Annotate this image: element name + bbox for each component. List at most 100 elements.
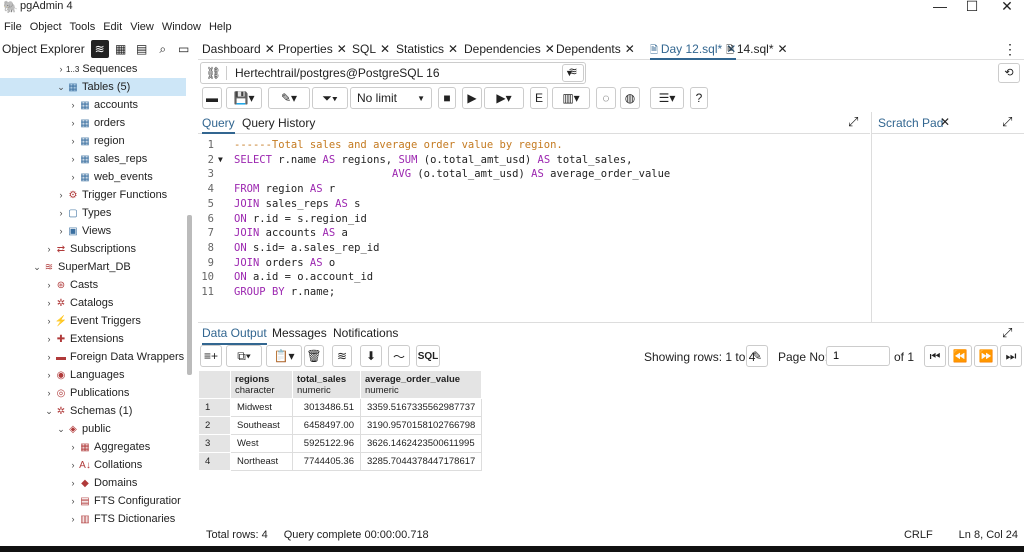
- menu-file[interactable]: File: [0, 18, 26, 36]
- fold-icon[interactable]: ▼: [218, 153, 223, 168]
- new-connection-icon[interactable]: ≋: [562, 64, 584, 82]
- expand-icon[interactable]: ⤢: [1002, 325, 1012, 341]
- previous-page-icon[interactable]: ⏪: [948, 345, 972, 367]
- filter-icon[interactable]: ⏷▾: [312, 87, 348, 109]
- table-cell[interactable]: 3190.9570158102766798: [359, 416, 483, 435]
- tree-item[interactable]: ⌄ ≋ SuperMart_DB: [0, 258, 186, 276]
- tree-item[interactable]: › ▦ accounts: [0, 96, 186, 114]
- table-row[interactable]: 1 Midwest 3013486.51 3359.5167335562987737: [198, 398, 483, 417]
- chevron-right-icon[interactable]: ›: [44, 294, 54, 312]
- chevron-right-icon[interactable]: ›: [44, 348, 54, 366]
- close-tab-icon[interactable]: ✕: [380, 42, 390, 56]
- refresh-icon[interactable]: ⟲: [998, 63, 1020, 83]
- tab-query-history[interactable]: Query History: [242, 112, 315, 134]
- menu-tools[interactable]: Tools: [66, 18, 100, 36]
- chevron-down-icon[interactable]: ⌄: [44, 402, 54, 420]
- close-window-button[interactable]: ✕: [992, 0, 1022, 14]
- tree-item[interactable]: › ▦ web_events: [0, 168, 186, 186]
- tab-dependencies[interactable]: Dependencies ✕: [464, 38, 555, 60]
- open-file-icon[interactable]: ▬: [202, 87, 222, 109]
- menu-edit[interactable]: Edit: [99, 18, 126, 36]
- copy-icon[interactable]: ⧉▾: [226, 345, 262, 367]
- table-cell[interactable]: 6458497.00: [292, 416, 361, 435]
- table-cell[interactable]: Midwest: [230, 398, 293, 417]
- connection-select[interactable]: ⛓ Hertechtrail/postgres@PostgreSQL 16 ▼: [200, 62, 586, 84]
- graph-icon[interactable]: 〜: [388, 345, 410, 367]
- tree-item[interactable]: › ▤ FTS Configuratior: [0, 492, 186, 510]
- rollback-icon[interactable]: ◍: [620, 87, 640, 109]
- tab-statistics[interactable]: Statistics ✕: [396, 38, 458, 60]
- tree-item[interactable]: › ◆ Domains: [0, 474, 186, 492]
- tree-item[interactable]: › ⊛ Casts: [0, 276, 186, 294]
- menu-help[interactable]: Help: [205, 18, 236, 36]
- menu-window[interactable]: Window: [158, 18, 205, 36]
- chevron-right-icon[interactable]: ›: [44, 240, 54, 258]
- close-tab-icon[interactable]: ✕: [337, 42, 347, 56]
- table-cell[interactable]: 3626.1462423500611995: [359, 434, 483, 453]
- chevron-right-icon[interactable]: ›: [56, 60, 66, 78]
- tree-item[interactable]: › ⇄ Subscriptions: [0, 240, 186, 258]
- search-icon[interactable]: ⌕: [154, 40, 172, 58]
- chevron-right-icon[interactable]: ›: [68, 510, 78, 528]
- tree-item[interactable]: › ⚙ Trigger Functions: [0, 186, 186, 204]
- add-row-icon[interactable]: ≡+: [200, 345, 222, 367]
- close-tab-icon[interactable]: ✕: [448, 42, 458, 56]
- tab-messages[interactable]: Messages: [272, 323, 327, 345]
- edit-range-icon[interactable]: ✎: [746, 345, 768, 367]
- table-cell[interactable]: West: [230, 434, 293, 453]
- stop-icon[interactable]: ■: [438, 87, 456, 109]
- tree-item[interactable]: ⌄ ◈ public: [0, 420, 186, 438]
- table-row[interactable]: 2 Southeast 6458497.00 3190.957015810276679…: [198, 416, 483, 435]
- close-tab-icon[interactable]: ✕: [265, 42, 275, 56]
- close-tab-icon[interactable]: ✕: [545, 42, 555, 56]
- chevron-right-icon[interactable]: ›: [68, 492, 78, 510]
- row-number[interactable]: 4: [198, 452, 231, 471]
- explain-analyze-icon[interactable]: ▥▾: [552, 87, 590, 109]
- chevron-right-icon[interactable]: ›: [68, 456, 78, 474]
- tree-item[interactable]: › A↓ Collations: [0, 456, 186, 474]
- tree-item[interactable]: › ⚡ Event Triggers: [0, 312, 186, 330]
- tree-scrollbar[interactable]: [187, 215, 192, 375]
- tree-item[interactable]: › ✚ Extensions: [0, 330, 186, 348]
- row-number[interactable]: 2: [198, 416, 231, 435]
- tab-14-sql-[interactable]: 🗎 14.sql* ✕: [726, 38, 788, 60]
- database-icon[interactable]: ≋: [90, 40, 109, 58]
- help-icon[interactable]: ?: [690, 87, 708, 109]
- tab-sql[interactable]: SQL ✕: [352, 38, 390, 60]
- edit-icon[interactable]: ✎▾: [268, 87, 310, 109]
- expand-icon[interactable]: ⤢: [1002, 114, 1012, 130]
- tree-item[interactable]: › 1..3 Sequences: [0, 60, 186, 78]
- delete-icon[interactable]: 🗑: [304, 345, 324, 367]
- tab-day-12-sql-[interactable]: 🗎 Day 12.sql* ✕: [650, 38, 737, 60]
- table-cell[interactable]: 3285.7044378447178617: [359, 452, 483, 471]
- chevron-right-icon[interactable]: ›: [68, 438, 78, 456]
- chevron-right-icon[interactable]: ›: [68, 168, 78, 186]
- chevron-right-icon[interactable]: ›: [56, 186, 66, 204]
- maximize-button[interactable]: ☐: [957, 0, 987, 14]
- row-number[interactable]: 1: [198, 398, 231, 417]
- tab-notifications[interactable]: Notifications: [333, 323, 398, 345]
- tab-query[interactable]: Query: [202, 112, 235, 134]
- chevron-down-icon[interactable]: ⌄: [32, 258, 42, 276]
- chevron-right-icon[interactable]: ›: [56, 204, 66, 222]
- chevron-right-icon[interactable]: ›: [68, 150, 78, 168]
- tree-item[interactable]: › ▦ sales_reps: [0, 150, 186, 168]
- menu-object[interactable]: Object: [26, 18, 66, 36]
- chevron-down-icon[interactable]: ⌄: [56, 420, 66, 438]
- tree-item[interactable]: › ▢ Types: [0, 204, 186, 222]
- tree-item[interactable]: › ▦ Aggregates: [0, 438, 186, 456]
- table-cell[interactable]: 5925122.96: [292, 434, 361, 453]
- tab-properties[interactable]: Properties ✕: [278, 38, 347, 60]
- save-data-icon[interactable]: ≋: [332, 345, 352, 367]
- row-number[interactable]: 3: [198, 434, 231, 453]
- next-page-icon[interactable]: ⏩: [974, 345, 998, 367]
- execute-icon[interactable]: ▶: [462, 87, 482, 109]
- tree-item[interactable]: ⌄ ✲ Schemas (1): [0, 402, 186, 420]
- column-header-total-sales[interactable]: total_sales numeric: [292, 370, 361, 399]
- expand-icon[interactable]: ⤢: [848, 114, 858, 130]
- chevron-right-icon[interactable]: ›: [44, 276, 54, 294]
- tree-item[interactable]: › ▥ FTS Dictionaries: [0, 510, 186, 528]
- tree-item[interactable]: › ◎ Publications: [0, 384, 186, 402]
- scratch-pad-panel[interactable]: Scratch Pad ✕ ⤢: [871, 112, 1024, 322]
- chevron-right-icon[interactable]: ›: [68, 474, 78, 492]
